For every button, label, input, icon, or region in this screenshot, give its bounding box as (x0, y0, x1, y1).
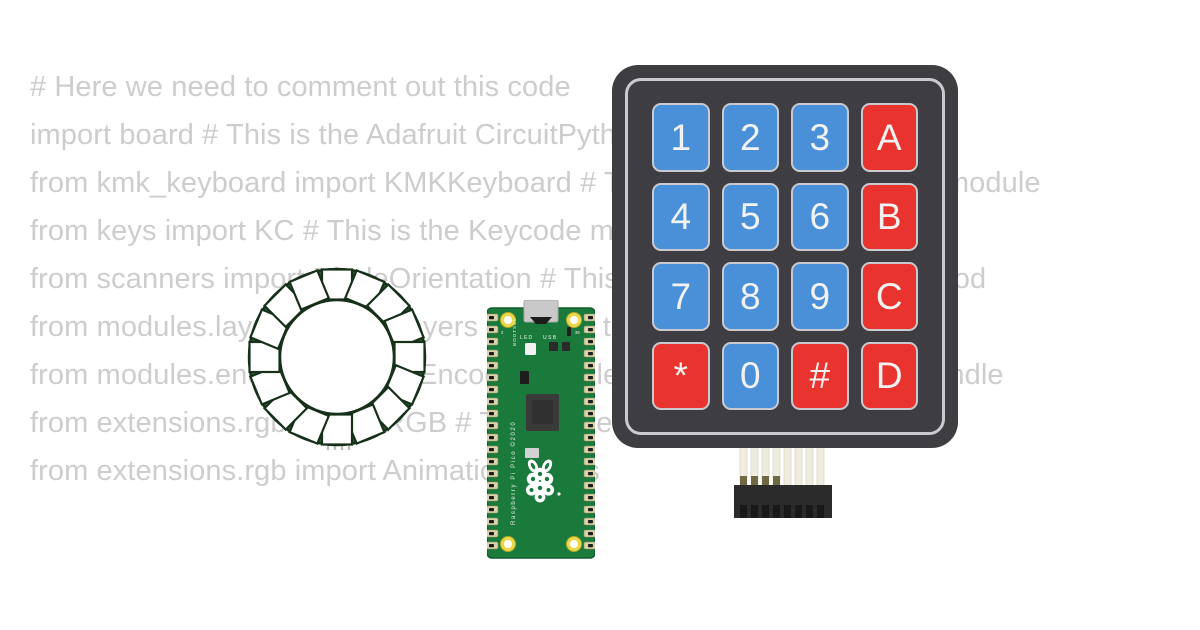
pico-pcb (487, 308, 595, 558)
pico-graphic: LED USB BOOTSEL Raspberry Pi Pico ©2020 … (487, 300, 595, 559)
screenshot-canvas: # Here we need to comment out this code … (0, 0, 1200, 630)
pin-header-graphic (734, 443, 832, 518)
keypad-key-6[interactable]: 6 (791, 182, 849, 251)
keypad-key-b[interactable]: B (860, 182, 918, 251)
matrix-keypad: 1 2 3 A 4 5 6 B 7 8 9 C * 0 # D (612, 65, 958, 448)
keypad-key-c[interactable]: C (860, 262, 918, 331)
keypad-key-asterisk[interactable]: * (652, 341, 710, 410)
keypad-key-3[interactable]: 3 (791, 103, 849, 172)
pin-header-connector (732, 443, 836, 521)
neopixel-ring-graphic (247, 267, 427, 450)
pico-label-led: LED (520, 335, 533, 341)
pico-usb-connector (523, 300, 559, 324)
keypad-key-grid: 1 2 3 A 4 5 6 B 7 8 9 C * 0 # D (625, 78, 945, 435)
neopixel-ring (244, 264, 430, 450)
pico-label-usb: USB (543, 335, 557, 341)
keypad-key-8[interactable]: 8 (721, 262, 779, 331)
pico-label-bootsel: BOOTSEL (512, 317, 517, 346)
keypad-key-2[interactable]: 2 (721, 103, 779, 172)
raspberry-pi-pico-board: LED USB BOOTSEL Raspberry Pi Pico ©2020 … (487, 300, 595, 562)
neopixel-ring-hole (278, 298, 396, 416)
keypad-key-7[interactable]: 7 (652, 262, 710, 331)
keypad-key-9[interactable]: 9 (791, 262, 849, 331)
pico-label-board-text: Raspberry Pi Pico ©2020 (510, 421, 517, 525)
keypad-key-0[interactable]: 0 (721, 341, 779, 410)
keypad-key-a[interactable]: A (860, 103, 918, 172)
keypad-key-1[interactable]: 1 (652, 103, 710, 172)
pico-pin-label-39: 39 (575, 330, 580, 335)
code-line-9: from extensions.rgb import AnimationMode… (30, 455, 600, 487)
pico-pin-label-40: 40 (575, 318, 580, 323)
keypad-key-hash[interactable]: # (791, 341, 849, 410)
keypad-key-d[interactable]: D (860, 341, 918, 410)
keypad-key-5[interactable]: 5 (721, 182, 779, 251)
keypad-key-4[interactable]: 4 (652, 182, 710, 251)
